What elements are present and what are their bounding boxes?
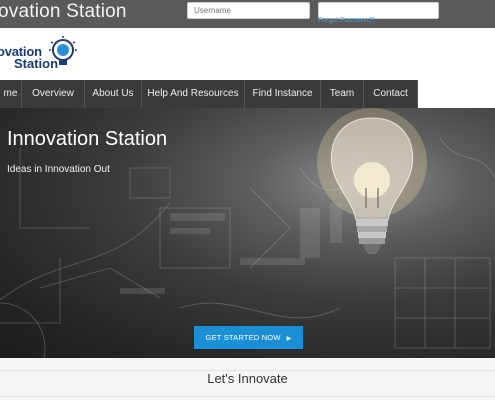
- nav-item-overview[interactable]: Overview: [22, 80, 85, 108]
- section-divider-bottom: [0, 396, 495, 397]
- get-started-label: GET STARTED NOW: [205, 333, 281, 342]
- hero-subtitle: Ideas in Innovation Out: [7, 164, 110, 175]
- nav-item-home[interactable]: me: [0, 80, 22, 108]
- nav-item-about-us[interactable]: About Us: [85, 80, 142, 108]
- hero-title: Innovation Station: [7, 128, 168, 150]
- forgot-password-link[interactable]: Forgot Password?: [318, 17, 375, 24]
- nav-filler: [418, 80, 495, 108]
- get-started-button[interactable]: GET STARTED NOW ▶: [194, 326, 303, 349]
- logo[interactable]: ovation Station: [0, 34, 80, 74]
- nav-item-help-and-resources[interactable]: Help And Resources: [142, 80, 245, 108]
- arrow-right-icon: ▶: [286, 336, 292, 342]
- main-nav: me Overview About Us Help And Resources …: [0, 80, 495, 108]
- top-bar: ovation Station Forgot Password?: [0, 0, 495, 28]
- section-title: Let's Innovate: [207, 371, 288, 386]
- hero-banner: Innovation Station Ideas in Innovation O…: [0, 108, 495, 358]
- lightbulb-icon: [49, 36, 77, 65]
- nav-item-contact[interactable]: Contact: [364, 80, 418, 108]
- username-input[interactable]: [187, 2, 310, 19]
- innovate-section: Let's Innovate: [0, 358, 495, 400]
- nav-item-team[interactable]: Team: [321, 80, 364, 108]
- header: ovation Station: [0, 28, 495, 78]
- nav-item-find-instance[interactable]: Find Instance: [245, 80, 321, 108]
- site-brand: ovation Station: [0, 1, 127, 22]
